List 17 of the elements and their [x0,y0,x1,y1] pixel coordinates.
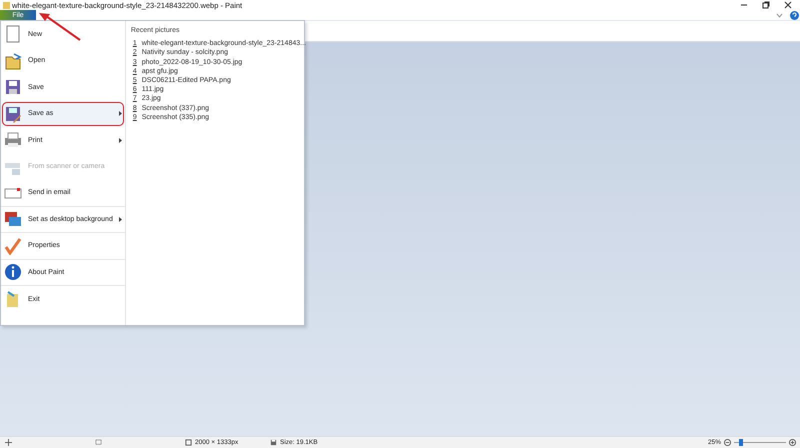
disk-pen-icon [4,104,22,123]
printer-icon [4,131,22,150]
zoom-out-icon[interactable] [724,439,731,446]
monitor-icon [4,210,22,228]
zoom-slider[interactable] [734,439,786,446]
help-icon[interactable] [790,10,799,20]
close-icon[interactable] [784,1,792,9]
zoom-in-icon[interactable] [789,439,796,446]
selection-icon [95,439,102,446]
dimensions-icon [185,439,192,446]
restore-icon[interactable] [762,1,770,9]
info-icon [4,263,22,282]
page-icon [4,25,22,44]
move-icon [5,439,12,446]
check-icon [4,236,22,255]
app-icon [3,2,10,8]
folder-icon [4,52,22,70]
